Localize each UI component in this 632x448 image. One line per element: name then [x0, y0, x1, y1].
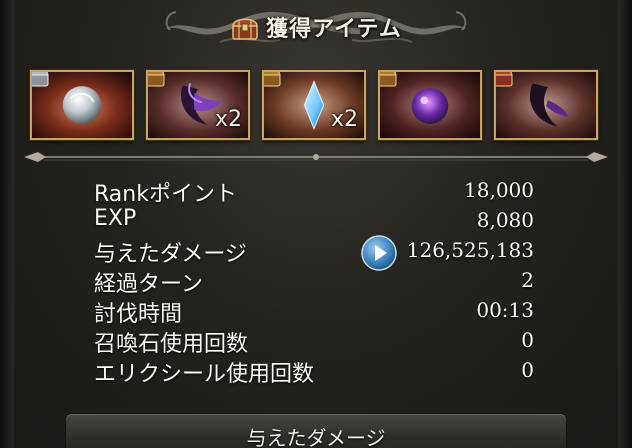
stat-label: 経過ターン	[94, 272, 203, 297]
stat-label: Rankポイント	[94, 182, 237, 207]
reward-item-4[interactable]	[378, 70, 482, 140]
treasure-chest-icon	[232, 18, 258, 40]
result-screen: 獲得アイテム x2 x2 Rankポイント 18,000 EXP 8,080 与…	[0, 0, 632, 448]
stat-value: 00:13	[476, 298, 534, 322]
gold-chest-icon	[380, 72, 397, 87]
stat-label: エリクシール使用回数	[94, 362, 315, 387]
stat-value: 8,080	[476, 208, 534, 232]
stat-value: 18,000	[464, 178, 534, 202]
right-edge-shadow	[618, 0, 632, 448]
header-text: 獲得アイテム	[266, 17, 402, 42]
stat-label: EXP	[94, 206, 137, 231]
stat-rank-points: Rankポイント 18,000	[94, 176, 534, 207]
header-title: 獲得アイテム	[0, 10, 632, 44]
stat-value: 0	[521, 358, 534, 382]
reward-item-2[interactable]: x2	[146, 70, 250, 140]
stat-exp: EXP 8,080	[94, 206, 534, 236]
silver-chest-icon	[32, 72, 49, 87]
damage-tab-label: 与えたダメージ	[246, 426, 386, 448]
reward-item-3[interactable]: x2	[262, 70, 366, 140]
stat-summon-uses: 召喚石使用回数 0	[94, 326, 534, 357]
reward-item-1[interactable]	[30, 70, 134, 140]
battle-stats: Rankポイント 18,000 EXP 8,080 与えたダメージ 126,52…	[94, 176, 534, 390]
stat-time: 討伐時間 00:13	[94, 296, 534, 327]
stat-value: 2	[521, 268, 534, 292]
stat-elixir-uses: エリクシール使用回数 0	[94, 356, 534, 387]
gold-chest-icon	[148, 72, 165, 87]
stat-value: 126,525,183	[406, 238, 534, 262]
red-chest-icon	[496, 72, 513, 87]
stat-damage: 与えたダメージ 126,525,183	[94, 235, 534, 271]
stat-value: 0	[521, 328, 534, 352]
gold-chest-icon	[264, 72, 281, 87]
item-quantity: x2	[330, 107, 358, 132]
stat-label: 召喚石使用回数	[94, 332, 249, 357]
reward-item-5[interactable]	[494, 70, 598, 140]
item-quantity: x2	[214, 107, 242, 132]
header: 獲得アイテム	[0, 0, 632, 52]
stat-turns: 経過ターン 2	[94, 266, 534, 297]
left-edge-shadow	[0, 0, 14, 448]
stat-label: 与えたダメージ	[94, 242, 247, 267]
reward-items: x2 x2	[30, 62, 602, 144]
damage-tab-button[interactable]: 与えたダメージ	[66, 414, 566, 448]
ornamental-divider	[24, 152, 608, 162]
stat-label: 討伐時間	[94, 302, 183, 327]
